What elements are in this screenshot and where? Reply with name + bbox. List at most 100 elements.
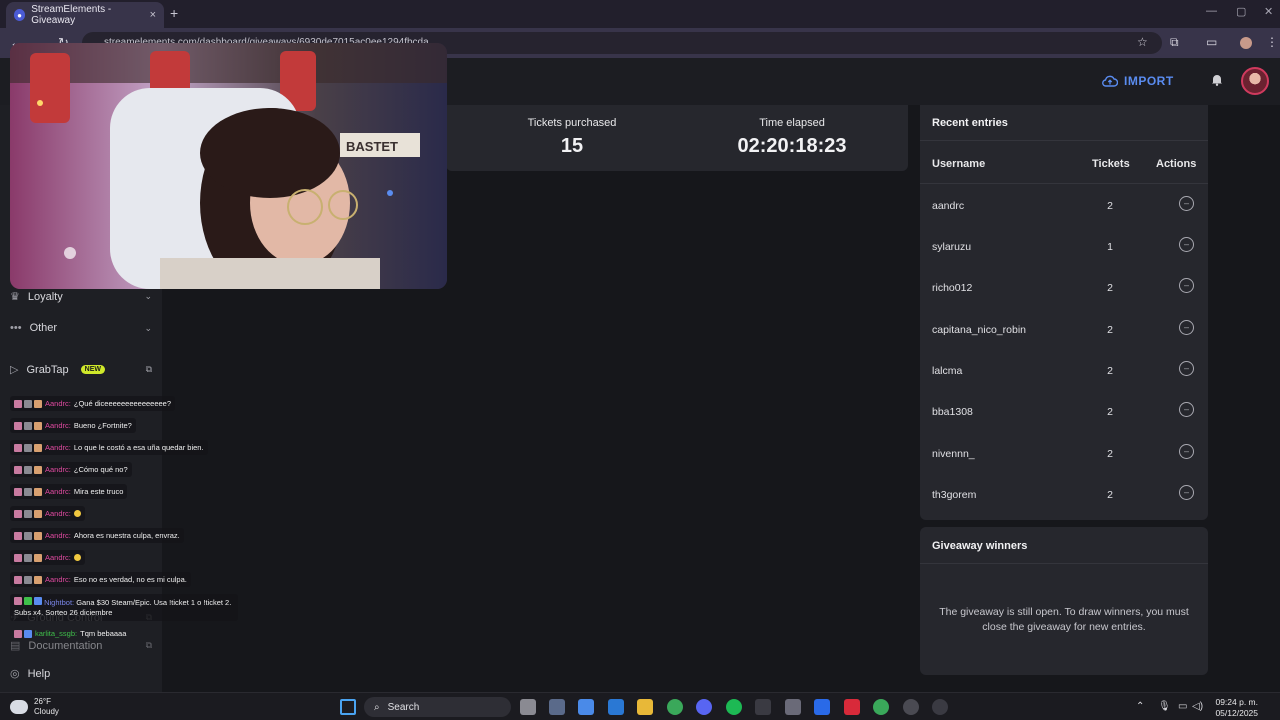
file-explorer-icon[interactable]: [637, 699, 653, 715]
chat-username: Aandrc:: [45, 487, 71, 496]
chat-badges-icon: [14, 597, 42, 605]
chat-message: Aandrc: Ahora es nuestra culpa, envraz.: [10, 528, 184, 543]
divider: [920, 183, 1208, 184]
taskbar-search[interactable]: ⌕ Search: [364, 697, 511, 717]
remove-entry-icon[interactable]: –: [1179, 485, 1194, 500]
chat-badges-icon: [14, 553, 42, 562]
table-row: bba1308 2 –: [920, 402, 1208, 447]
chat-text: Ahora es nuestra culpa, envraz.: [73, 531, 180, 540]
sidebar-item-help[interactable]: ◎ Help: [10, 667, 152, 681]
chrome-icon[interactable]: [873, 699, 889, 715]
browser-tab-bar: ● StreamElements - Giveaway × + — ▢ ✕: [0, 0, 1280, 28]
entry-tickets: 2: [1107, 406, 1113, 418]
spotify-icon[interactable]: [726, 699, 742, 715]
time-elapsed-label: Time elapsed: [759, 117, 825, 129]
chevron-up-icon[interactable]: ⌃: [1136, 701, 1144, 712]
store-icon[interactable]: [608, 699, 624, 715]
windows-start-icon[interactable]: [340, 699, 356, 715]
tickets-purchased-label: Tickets purchased: [527, 117, 617, 129]
streamelements-favicon-icon: ●: [14, 9, 26, 21]
winners-status-message: The giveaway is still open. To draw winn…: [939, 606, 1189, 633]
discord-icon[interactable]: [696, 699, 712, 715]
tab-close-icon[interactable]: ×: [150, 9, 156, 21]
more-dots-icon: •••: [10, 322, 22, 334]
chat-username: Aandrc:: [45, 443, 71, 452]
network-icon[interactable]: ▭: [1178, 701, 1187, 712]
chat-message: Aandrc: Eso no es verdad, no es mi culpa…: [10, 572, 191, 587]
remove-entry-icon[interactable]: –: [1179, 320, 1194, 335]
widgets-icon[interactable]: [549, 699, 565, 715]
app-icon[interactable]: [785, 699, 801, 715]
help-icon: ◎: [10, 668, 20, 680]
cloudy-weather-icon: [10, 700, 28, 714]
close-app-icon[interactable]: [844, 699, 860, 715]
taskbar-clock[interactable]: 09:24 p. m. 05/12/2025: [1206, 697, 1258, 719]
streamelements-icon[interactable]: [903, 699, 919, 715]
import-button[interactable]: IMPORT: [1102, 74, 1174, 88]
chat-text: ¿Qué diceeeeeeeeeeeeeee?: [73, 399, 172, 408]
recent-entries-card: Recent entries Username Tickets Actions …: [920, 105, 1208, 520]
menu-kebab-icon[interactable]: ⋮: [1266, 35, 1278, 49]
remove-entry-icon[interactable]: –: [1179, 402, 1194, 417]
chat-badges-icon: [14, 487, 42, 496]
copilot-icon[interactable]: [578, 699, 594, 715]
chat-badges-icon: [14, 629, 32, 638]
microphone-icon[interactable]: 🎙: [1158, 701, 1171, 712]
clock-time: 09:24 p. m.: [1215, 697, 1258, 707]
chat-username: karlita_ssgb:: [35, 629, 78, 638]
cast-icon[interactable]: ▭: [1206, 35, 1217, 49]
chat-text: Eso no es verdad, no es mi culpa.: [73, 575, 187, 584]
table-row: richo012 2 –: [920, 278, 1208, 323]
chat-username: Nightbot:: [44, 598, 75, 607]
webcam-feed-image: BASTET: [10, 43, 447, 289]
extensions-icon[interactable]: ⧉: [1170, 35, 1179, 50]
remove-entry-icon[interactable]: –: [1179, 237, 1194, 252]
user-avatar[interactable]: [1241, 67, 1269, 95]
remove-entry-icon[interactable]: –: [1179, 278, 1194, 293]
bookmark-star-icon[interactable]: ☆: [1137, 35, 1148, 49]
chat-badges-icon: [14, 421, 42, 430]
close-window-button[interactable]: ✕: [1264, 5, 1273, 18]
chat-text: ¿Cómo qué no?: [73, 465, 128, 474]
minimize-button[interactable]: —: [1206, 5, 1217, 17]
clock-date: 05/12/2025: [1215, 708, 1258, 718]
new-tab-button[interactable]: +: [170, 5, 178, 21]
entry-username: lalcma: [932, 365, 963, 377]
app-icon[interactable]: [814, 699, 830, 715]
entry-username: sylaruzu: [932, 241, 972, 253]
table-row: aandrc 2 –: [920, 196, 1208, 241]
giveaway-winners-title: Giveaway winners: [932, 540, 1028, 552]
volume-icon[interactable]: ◁): [1192, 701, 1203, 712]
profile-avatar-icon[interactable]: [1240, 37, 1252, 49]
taskbar-search-label: Search: [387, 701, 420, 713]
time-elapsed-value: 02:20:18:23: [737, 135, 847, 157]
chat-badges-icon: [14, 509, 42, 518]
remove-entry-icon[interactable]: –: [1179, 361, 1194, 376]
chat-badges-icon: [14, 465, 42, 474]
sidebar-item-other[interactable]: ••• Other ⌄: [10, 322, 152, 334]
remove-entry-icon[interactable]: –: [1179, 196, 1194, 211]
sidebar-item-loyalty[interactable]: ♛ Loyalty ⌄: [10, 290, 152, 304]
bell-icon[interactable]: [1211, 73, 1223, 89]
entry-tickets: 2: [1107, 448, 1113, 460]
maximize-button[interactable]: ▢: [1236, 5, 1246, 18]
recent-entries-title: Recent entries: [932, 117, 1008, 129]
app-icon[interactable]: [932, 699, 948, 715]
sidebar-item-label: Documentation: [28, 639, 103, 652]
remove-entry-icon[interactable]: –: [1179, 444, 1194, 459]
entry-tickets: 1: [1107, 241, 1113, 253]
chat-text: Bueno ¿Fortnite?: [73, 421, 132, 430]
divider: [920, 140, 1208, 141]
browser-tab[interactable]: ● StreamElements - Giveaway ×: [6, 2, 164, 28]
table-row: lalcma 2 –: [920, 361, 1208, 406]
sidebar-item-label: Loyalty: [27, 290, 63, 303]
chrome-icon[interactable]: [667, 699, 683, 715]
entry-username: nivennn_: [932, 448, 975, 460]
obs-icon[interactable]: [755, 699, 771, 715]
sidebar-item-grabtap[interactable]: ▷ GrabTap NEW ⧉: [10, 363, 152, 377]
table-row: sylaruzu 1 –: [920, 237, 1208, 282]
task-view-icon[interactable]: [520, 699, 536, 715]
entry-username: bba1308: [932, 406, 973, 418]
weather-widget[interactable]: 26°F Cloudy: [10, 697, 59, 717]
chat-badges-icon: [14, 443, 42, 452]
